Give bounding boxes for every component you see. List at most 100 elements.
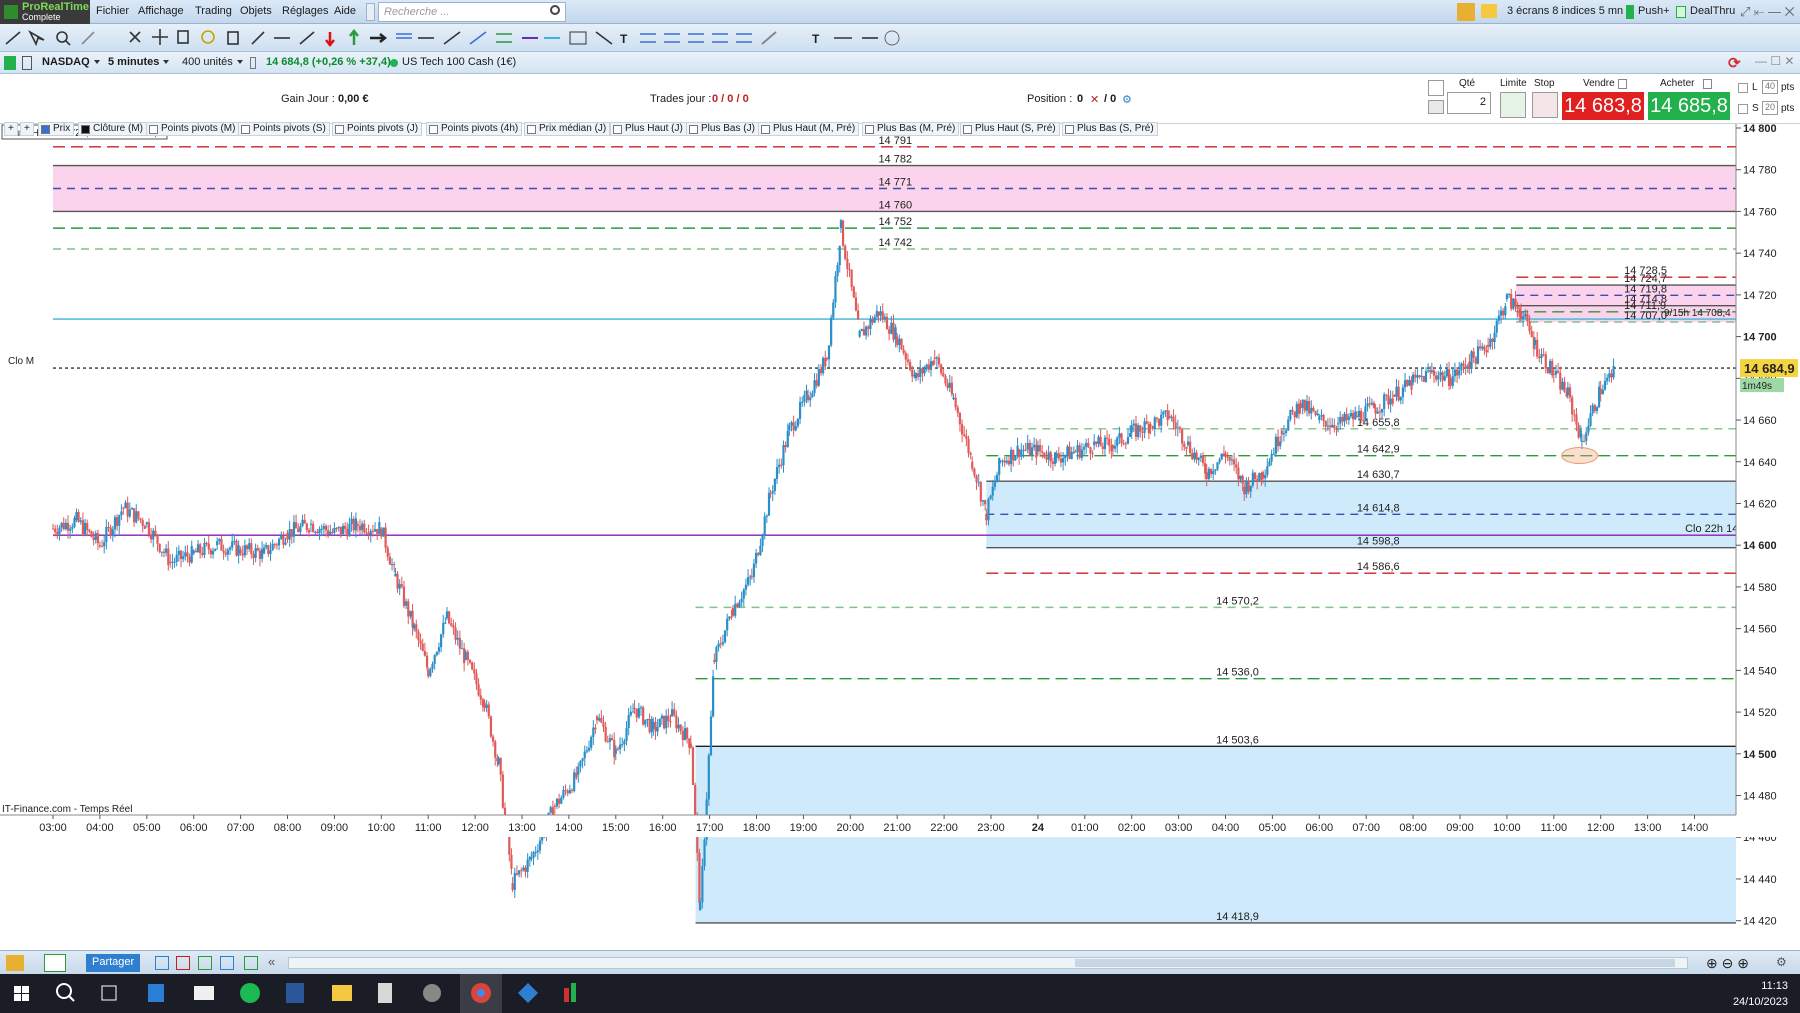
indicator-checkbox[interactable]: [429, 125, 438, 134]
indicator-add-icon[interactable]: [244, 956, 258, 970]
indicator-checkbox[interactable]: [527, 125, 536, 134]
layout-icon[interactable]: [220, 956, 234, 970]
search-settings-icon[interactable]: [366, 3, 375, 21]
indicator-checkbox[interactable]: [1065, 125, 1074, 134]
indicator-checkbox[interactable]: [865, 125, 874, 134]
limit-order-button[interactable]: [1500, 92, 1526, 118]
wrench-icon[interactable]: [1428, 80, 1444, 96]
info-icon[interactable]: [250, 57, 256, 69]
keypad-icon[interactable]: [1428, 100, 1444, 114]
menu-reglages[interactable]: Réglages: [282, 5, 328, 17]
indicator-5[interactable]: Points pivots (4h): [426, 122, 523, 136]
push-button[interactable]: Push+: [1638, 5, 1670, 17]
indicator-checkbox[interactable]: [149, 125, 158, 134]
y-tick-label: 14 780: [1743, 165, 1777, 177]
menu-trading[interactable]: Trading: [195, 5, 232, 17]
chart-icon[interactable]: [1457, 3, 1475, 21]
candle-body: [717, 643, 720, 648]
timeframe-selector[interactable]: 5 minutes: [104, 55, 173, 71]
menu-fichier[interactable]: Fichier: [96, 5, 129, 17]
indicator-checkbox[interactable]: [761, 125, 770, 134]
drawing-tools[interactable]: T T: [0, 24, 920, 52]
candle-body: [1289, 409, 1292, 420]
chart-type-selector-icon[interactable]: [44, 954, 66, 972]
limit-checkbox[interactable]: [1738, 83, 1748, 93]
position-settings-icon[interactable]: ⚙: [1122, 93, 1132, 106]
copy-icon: [177, 30, 189, 44]
candle-body: [120, 511, 123, 516]
window-controls-icon[interactable]: ⤢ ⇤ — ✕: [1740, 4, 1795, 20]
sell-info-icon[interactable]: [1618, 79, 1627, 89]
indicator-2[interactable]: Points pivots (M): [146, 122, 240, 136]
indicator-1[interactable]: Clôture (M): [78, 122, 148, 136]
indicator-10[interactable]: Plus Bas (M, Pré): [862, 122, 960, 136]
menu-affichage[interactable]: Affichage: [138, 5, 184, 17]
indicator-checkbox[interactable]: [41, 125, 50, 134]
scroll-left-icon[interactable]: «: [268, 954, 275, 969]
search-icon[interactable]: [550, 5, 560, 15]
search-input[interactable]: Recherche ...: [378, 2, 566, 22]
table-icon[interactable]: [198, 956, 212, 970]
position-close-icon[interactable]: ✕: [1090, 93, 1099, 106]
indicator-9[interactable]: Plus Haut (M, Pré): [758, 122, 860, 136]
zoom-settings-icon[interactable]: ⚙: [1776, 955, 1787, 969]
add-indicator-2-icon[interactable]: +: [20, 122, 34, 136]
indicator-12[interactable]: Plus Bas (S, Pré): [1062, 122, 1158, 136]
candle-body: [54, 528, 57, 533]
buy-button[interactable]: 14 685,8: [1648, 92, 1730, 120]
indicator-11[interactable]: Plus Haut (S, Pré): [960, 122, 1060, 136]
menu-objets[interactable]: Objets: [240, 5, 272, 17]
candle-body: [925, 364, 928, 369]
dealthru-button[interactable]: DealThru: [1690, 5, 1735, 17]
share-button[interactable]: Partager: [86, 954, 141, 972]
indicator-checkbox[interactable]: [335, 125, 344, 134]
l-pts-input[interactable]: 40: [1762, 80, 1778, 94]
indicator-checkbox[interactable]: [241, 125, 250, 134]
chart-type-icon[interactable]: [4, 56, 16, 70]
buy-info-icon[interactable]: [1703, 79, 1712, 89]
qty-input[interactable]: 2: [1447, 92, 1491, 114]
y-tick-label: 14 440: [1743, 874, 1777, 886]
menu-aide[interactable]: Aide: [334, 5, 356, 17]
indicator-checkbox[interactable]: [689, 125, 698, 134]
indicator-3[interactable]: Points pivots (S): [238, 122, 330, 136]
layout-selector[interactable]: 3 écrans 8 indices 5 mn: [1507, 5, 1623, 17]
eraser-icon: [761, 31, 777, 45]
candle-body: [1183, 443, 1186, 447]
zoom-controls-icon[interactable]: ⊕ ⊖ ⊕: [1706, 955, 1749, 972]
refresh-icon[interactable]: ⟳: [1728, 54, 1746, 72]
stop-checkbox[interactable]: [1738, 104, 1748, 114]
scrollbar-thumb[interactable]: [1075, 959, 1675, 967]
pdf-icon[interactable]: [176, 956, 190, 970]
screenshot-icon[interactable]: [155, 956, 169, 970]
link-icon[interactable]: [22, 56, 32, 70]
units-selector[interactable]: 400 unités: [178, 55, 247, 71]
s-pts-input[interactable]: 20: [1762, 101, 1778, 115]
candle-body: [1322, 415, 1325, 421]
candle-body: [885, 316, 889, 330]
market-selector[interactable]: NASDAQ: [38, 55, 104, 71]
candle-body: [203, 542, 206, 555]
candle-body: [707, 755, 710, 800]
taskbar-clock[interactable]: 11:13 24/10/2023: [1733, 978, 1788, 1010]
indicator-8[interactable]: Plus Bas (J): [686, 122, 759, 136]
candle-body: [458, 637, 461, 649]
indicator-6[interactable]: Prix médian (J): [524, 122, 611, 136]
indicator-4[interactable]: Points pivots (J): [332, 122, 423, 136]
candle-body: [1587, 425, 1590, 433]
candle-body: [698, 852, 701, 903]
panel-window-controls-icon[interactable]: — ☐ ✕: [1755, 54, 1794, 68]
candle-body: [314, 531, 317, 533]
indicator-0[interactable]: Prix: [38, 122, 75, 136]
indicator-checkbox[interactable]: [81, 125, 90, 134]
indicator-7[interactable]: Plus Haut (J): [610, 122, 687, 136]
indicator-checkbox[interactable]: [963, 125, 972, 134]
notification-icon[interactable]: [1481, 4, 1497, 18]
price-chart[interactable]: 14 79114 78214 77114 76014 75214 742Clo …: [0, 124, 1800, 960]
stop-order-button[interactable]: [1532, 92, 1558, 118]
chart-settings-icon[interactable]: [6, 955, 24, 971]
sell-button[interactable]: 14 683,8: [1562, 92, 1644, 120]
horizontal-scrollbar[interactable]: [288, 957, 1688, 969]
add-indicator-icon[interactable]: +: [4, 122, 18, 136]
indicator-checkbox[interactable]: [613, 125, 622, 134]
